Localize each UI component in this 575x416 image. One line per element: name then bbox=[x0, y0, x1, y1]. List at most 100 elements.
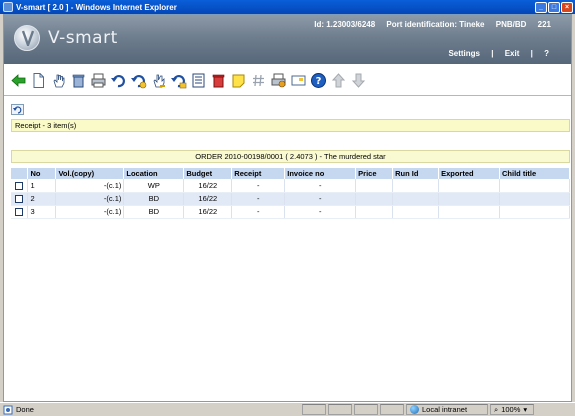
cell-price bbox=[355, 192, 394, 206]
list-icon[interactable] bbox=[190, 72, 207, 89]
cell-budget: 16/22 bbox=[183, 205, 233, 219]
col-invoice[interactable]: Invoice no bbox=[284, 168, 357, 179]
chevron-down-icon: ▾ bbox=[523, 405, 528, 414]
col-budget[interactable]: Budget bbox=[183, 168, 233, 179]
col-location[interactable]: Location bbox=[123, 168, 185, 179]
status-segment bbox=[302, 404, 326, 415]
table-row[interactable]: 3 -(c.1) BD 16/22 - - bbox=[11, 205, 570, 219]
col-no[interactable]: No bbox=[27, 168, 57, 179]
zoom-text: 100% bbox=[501, 405, 521, 414]
terminal-label: 221 bbox=[537, 20, 551, 29]
col-vol[interactable]: Vol.(copy) bbox=[55, 168, 125, 179]
new-document-icon[interactable] bbox=[30, 72, 47, 89]
minimize-button[interactable]: _ bbox=[535, 1, 547, 13]
red-delete-bin-icon[interactable] bbox=[210, 72, 227, 89]
cell-vol: -(c.1) bbox=[55, 205, 125, 219]
separator: | bbox=[530, 49, 533, 58]
cell-budget: 16/22 bbox=[183, 192, 233, 206]
cell-run-id bbox=[392, 205, 440, 219]
svg-text:?: ? bbox=[316, 76, 322, 87]
cell-exported bbox=[438, 192, 501, 206]
row-checkbox[interactable] bbox=[15, 195, 24, 203]
printer-settings-icon[interactable] bbox=[270, 72, 287, 89]
undo-other-icon[interactable] bbox=[170, 72, 187, 89]
cell-no: 1 bbox=[27, 179, 57, 193]
cell-exported bbox=[438, 205, 501, 219]
card-icon[interactable] bbox=[290, 72, 307, 89]
row-checkbox[interactable] bbox=[15, 208, 24, 216]
cell-run-id bbox=[392, 192, 440, 206]
status-segment bbox=[354, 404, 378, 415]
delete-bin-icon[interactable] bbox=[70, 72, 87, 89]
status-segment bbox=[380, 404, 404, 415]
cell-child-title bbox=[499, 192, 570, 206]
back-arrow-icon[interactable] bbox=[10, 72, 27, 89]
undo-small-button[interactable] bbox=[11, 104, 24, 115]
hand-undo-icon[interactable] bbox=[150, 72, 167, 89]
toolbar: ? bbox=[4, 65, 571, 96]
cell-invoice: - bbox=[284, 179, 357, 193]
table-row[interactable]: 1 -(c.1) WP 16/22 - - bbox=[11, 179, 570, 193]
cell-invoice: - bbox=[284, 192, 357, 206]
table-header-row: No Vol.(copy) Location Budget Receipt In… bbox=[11, 168, 570, 179]
magnifier-icon: ⌕ bbox=[494, 404, 499, 414]
move-up-icon[interactable] bbox=[330, 72, 347, 89]
col-select bbox=[11, 168, 29, 179]
security-zone[interactable]: Local intranet bbox=[406, 404, 488, 415]
col-price[interactable]: Price bbox=[355, 168, 394, 179]
summary-bar: Receipt - 3 item(s) bbox=[11, 119, 570, 132]
v-logo-icon bbox=[22, 30, 34, 46]
window-title: V-smart [ 2.0 ] - Windows Internet Explo… bbox=[16, 2, 177, 12]
order-title-bar: ORDER 2010-00198/0001 ( 2.4073 ) - The m… bbox=[11, 150, 570, 163]
hand-select-icon[interactable] bbox=[50, 72, 67, 89]
close-button[interactable]: × bbox=[561, 1, 573, 13]
cell-vol: -(c.1) bbox=[55, 192, 125, 206]
receipt-table: No Vol.(copy) Location Budget Receipt In… bbox=[11, 168, 570, 219]
cell-child-title bbox=[499, 179, 570, 193]
globe-icon bbox=[410, 405, 419, 414]
window-titlebar: V-smart [ 2.0 ] - Windows Internet Explo… bbox=[0, 0, 575, 14]
table-row[interactable]: 2 -(c.1) BD 16/22 - - bbox=[11, 192, 570, 206]
cell-location: BD bbox=[123, 192, 185, 206]
status-text: Done bbox=[16, 405, 34, 414]
col-exported[interactable]: Exported bbox=[438, 168, 501, 179]
zoom-control[interactable]: ⌕ 100% ▾ bbox=[490, 404, 534, 415]
print-icon[interactable] bbox=[90, 72, 107, 89]
help-icon[interactable]: ? bbox=[310, 72, 327, 89]
status-segment bbox=[328, 404, 352, 415]
cell-receipt: - bbox=[231, 205, 286, 219]
id-label: Id: 1.23003/6248 bbox=[314, 20, 376, 29]
col-child-title[interactable]: Child title bbox=[499, 168, 570, 179]
exit-link[interactable]: Exit bbox=[505, 49, 520, 58]
help-link[interactable]: ? bbox=[544, 49, 549, 58]
undo-to-icon[interactable] bbox=[130, 72, 147, 89]
move-down-icon[interactable] bbox=[350, 72, 367, 89]
settings-link[interactable]: Settings bbox=[448, 49, 480, 58]
location-label: PNB/BD bbox=[495, 20, 527, 29]
cell-no: 2 bbox=[27, 192, 57, 206]
brand-name: V-smart bbox=[48, 28, 118, 48]
page-icon bbox=[3, 405, 13, 414]
header-links: Settings | Exit | ? bbox=[439, 49, 549, 58]
note-icon[interactable] bbox=[230, 72, 247, 89]
maximize-button[interactable]: □ bbox=[548, 1, 560, 13]
row-checkbox[interactable] bbox=[15, 181, 24, 190]
undo-arrow-icon bbox=[13, 106, 22, 114]
cell-location: BD bbox=[123, 205, 185, 219]
cell-location: WP bbox=[123, 179, 185, 193]
cell-price bbox=[355, 205, 394, 219]
ie-app-icon bbox=[3, 2, 13, 12]
cell-invoice: - bbox=[284, 205, 357, 219]
cell-run-id bbox=[392, 179, 440, 193]
cell-no: 3 bbox=[27, 205, 57, 219]
separator: | bbox=[491, 49, 494, 58]
col-run-id[interactable]: Run Id bbox=[392, 168, 440, 179]
hash-icon[interactable] bbox=[250, 72, 267, 89]
cell-exported bbox=[438, 179, 501, 193]
undo-icon[interactable] bbox=[110, 72, 127, 89]
cell-vol: -(c.1) bbox=[55, 179, 125, 193]
col-receipt[interactable]: Receipt bbox=[231, 168, 286, 179]
cell-price bbox=[355, 179, 394, 193]
cell-receipt: - bbox=[231, 179, 286, 193]
vsmart-logo bbox=[14, 25, 40, 51]
